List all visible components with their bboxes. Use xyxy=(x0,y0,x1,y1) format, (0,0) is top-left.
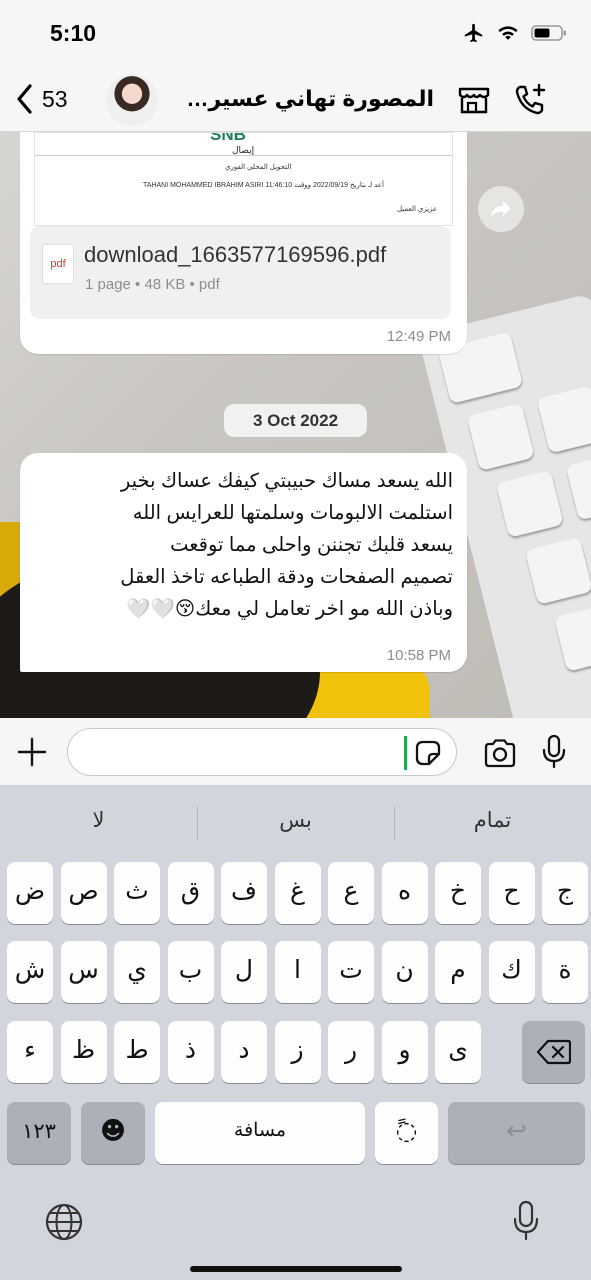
letter-key[interactable]: ج xyxy=(542,862,588,924)
chat-area[interactable]: SNB إيصال التحويل المحلي الفوري TAHANI M… xyxy=(0,132,591,718)
pdf-file-icon: pdf xyxy=(42,244,74,284)
airplane-icon xyxy=(464,23,483,43)
pdf-preview[interactable]: SNB إيصال التحويل المحلي الفوري TAHANI M… xyxy=(34,132,453,226)
return-key[interactable]: ↩ xyxy=(448,1102,585,1164)
letter-key[interactable]: ل xyxy=(221,941,267,1003)
letter-key[interactable]: ض xyxy=(7,862,53,924)
message-time: 12:49 PM xyxy=(386,328,451,345)
letter-key[interactable]: ء xyxy=(7,1021,53,1083)
pdf-file-meta: 1 page • 48 KB • pdf xyxy=(85,276,220,293)
emoji-key[interactable]: ☻ xyxy=(81,1102,145,1164)
store-icon xyxy=(458,87,490,114)
preview-divider xyxy=(35,155,452,156)
back-chevron-icon xyxy=(17,84,32,114)
letter-key[interactable]: خ xyxy=(435,862,481,924)
store-button[interactable] xyxy=(456,81,492,122)
forward-button[interactable] xyxy=(478,186,524,232)
letter-key[interactable]: ط xyxy=(114,1021,160,1083)
letter-key[interactable]: ص xyxy=(60,862,107,924)
unread-count: 53 xyxy=(42,85,68,112)
letter-key[interactable]: ب xyxy=(167,941,214,1003)
suggestion-bar: لا بس تمام xyxy=(0,786,591,860)
preview-line: TAHANI MOHAMMED IBRAHIM ASIRI أعد لـ بتا… xyxy=(143,182,384,189)
letter-key[interactable]: ة xyxy=(542,941,588,1003)
letter-key[interactable]: ظ xyxy=(60,1021,107,1083)
backspace-icon xyxy=(536,1039,571,1065)
sticker-button[interactable] xyxy=(414,739,442,772)
letter-key[interactable]: ي xyxy=(114,941,160,1003)
pdf-message-bubble[interactable]: SNB إيصال التحويل المحلي الفوري TAHANI M… xyxy=(20,132,467,354)
letter-key[interactable]: ز xyxy=(274,1021,321,1083)
avatar[interactable] xyxy=(106,74,158,126)
camera-button[interactable] xyxy=(483,738,517,773)
chat-header: 53 المصورة تهاني عسيري-المـ... xyxy=(0,68,591,132)
letter-key[interactable]: ك xyxy=(488,941,535,1003)
dictation-button[interactable] xyxy=(512,1200,540,1247)
status-bar: 5:10 xyxy=(0,0,591,68)
letter-key[interactable]: و xyxy=(381,1021,428,1083)
letter-key[interactable]: ا xyxy=(274,941,321,1003)
space-key[interactable]: مسافة xyxy=(155,1102,365,1164)
contact-name[interactable]: المصورة تهاني عسيري-المـ... xyxy=(172,86,434,112)
date-separator: 3 Oct 2022 xyxy=(224,404,367,437)
suggestion-item[interactable]: لا xyxy=(0,808,197,833)
forward-icon xyxy=(491,201,511,217)
letter-key[interactable]: ه xyxy=(381,862,428,924)
text-caret xyxy=(404,736,407,770)
globe-icon xyxy=(45,1203,83,1241)
mic-icon xyxy=(542,734,566,769)
status-icons xyxy=(463,22,567,44)
letter-key[interactable]: ى xyxy=(435,1021,481,1083)
text-message-bubble[interactable]: الله يسعد مساك حبيبتي كيفك عساك بخير است… xyxy=(20,453,467,672)
letter-key[interactable]: ث xyxy=(114,862,160,924)
message-input[interactable] xyxy=(67,728,457,776)
mic-icon xyxy=(513,1200,539,1241)
letter-key[interactable]: ح xyxy=(488,862,535,924)
letter-key[interactable]: ت xyxy=(328,941,374,1003)
bank-logo-text: SNB xyxy=(210,132,246,144)
letter-key[interactable]: ش xyxy=(7,941,53,1003)
letter-key[interactable]: ف xyxy=(221,862,267,924)
letter-key[interactable]: د xyxy=(221,1021,267,1083)
home-indicator xyxy=(190,1266,402,1272)
back-button[interactable]: 53 xyxy=(14,82,68,116)
preview-line: التحويل المحلي الفوري xyxy=(225,164,292,171)
backspace-key[interactable] xyxy=(522,1021,585,1083)
suggestion-item[interactable]: تمام xyxy=(394,808,591,833)
pdf-file-name: download_1663577169596.pdf xyxy=(84,242,387,267)
letter-key[interactable]: ع xyxy=(328,862,374,924)
sticker-icon xyxy=(415,740,441,766)
letter-key[interactable]: س xyxy=(60,941,107,1003)
add-call-button[interactable] xyxy=(512,81,550,124)
camera-icon xyxy=(484,739,516,768)
keyboard: لا بس تمام ضصثقفغعهخحج شسيبلاتنمكة ءظطذد… xyxy=(0,786,591,1280)
battery-icon xyxy=(531,25,566,41)
input-bar xyxy=(0,718,591,786)
pdf-file-row[interactable]: pdf download_1663577169596.pdf 1 page • … xyxy=(30,226,451,319)
message-time: 10:58 PM xyxy=(386,647,451,664)
plus-icon xyxy=(17,737,47,767)
status-time: 5:10 xyxy=(50,20,97,46)
diacritic-key[interactable]: ً◌ xyxy=(375,1102,438,1164)
letter-key[interactable]: م xyxy=(435,941,481,1003)
message-text: الله يسعد مساك حبيبتي كيفك عساك بخير است… xyxy=(120,470,453,620)
voice-message-button[interactable] xyxy=(540,734,568,775)
preview-line: عزيزي العميل xyxy=(397,206,438,213)
letter-key[interactable]: ن xyxy=(381,941,428,1003)
attach-button[interactable] xyxy=(16,736,48,773)
globe-button[interactable] xyxy=(44,1202,84,1247)
letter-key[interactable]: غ xyxy=(274,862,321,924)
letter-key[interactable]: ر xyxy=(328,1021,374,1083)
numbers-key[interactable]: ١٢٣ xyxy=(7,1102,71,1164)
wifi-icon xyxy=(498,26,518,40)
add-call-icon xyxy=(515,83,546,115)
letter-key[interactable]: ذ xyxy=(167,1021,214,1083)
letter-key[interactable]: ق xyxy=(167,862,214,924)
suggestion-item[interactable]: بس xyxy=(197,808,394,833)
